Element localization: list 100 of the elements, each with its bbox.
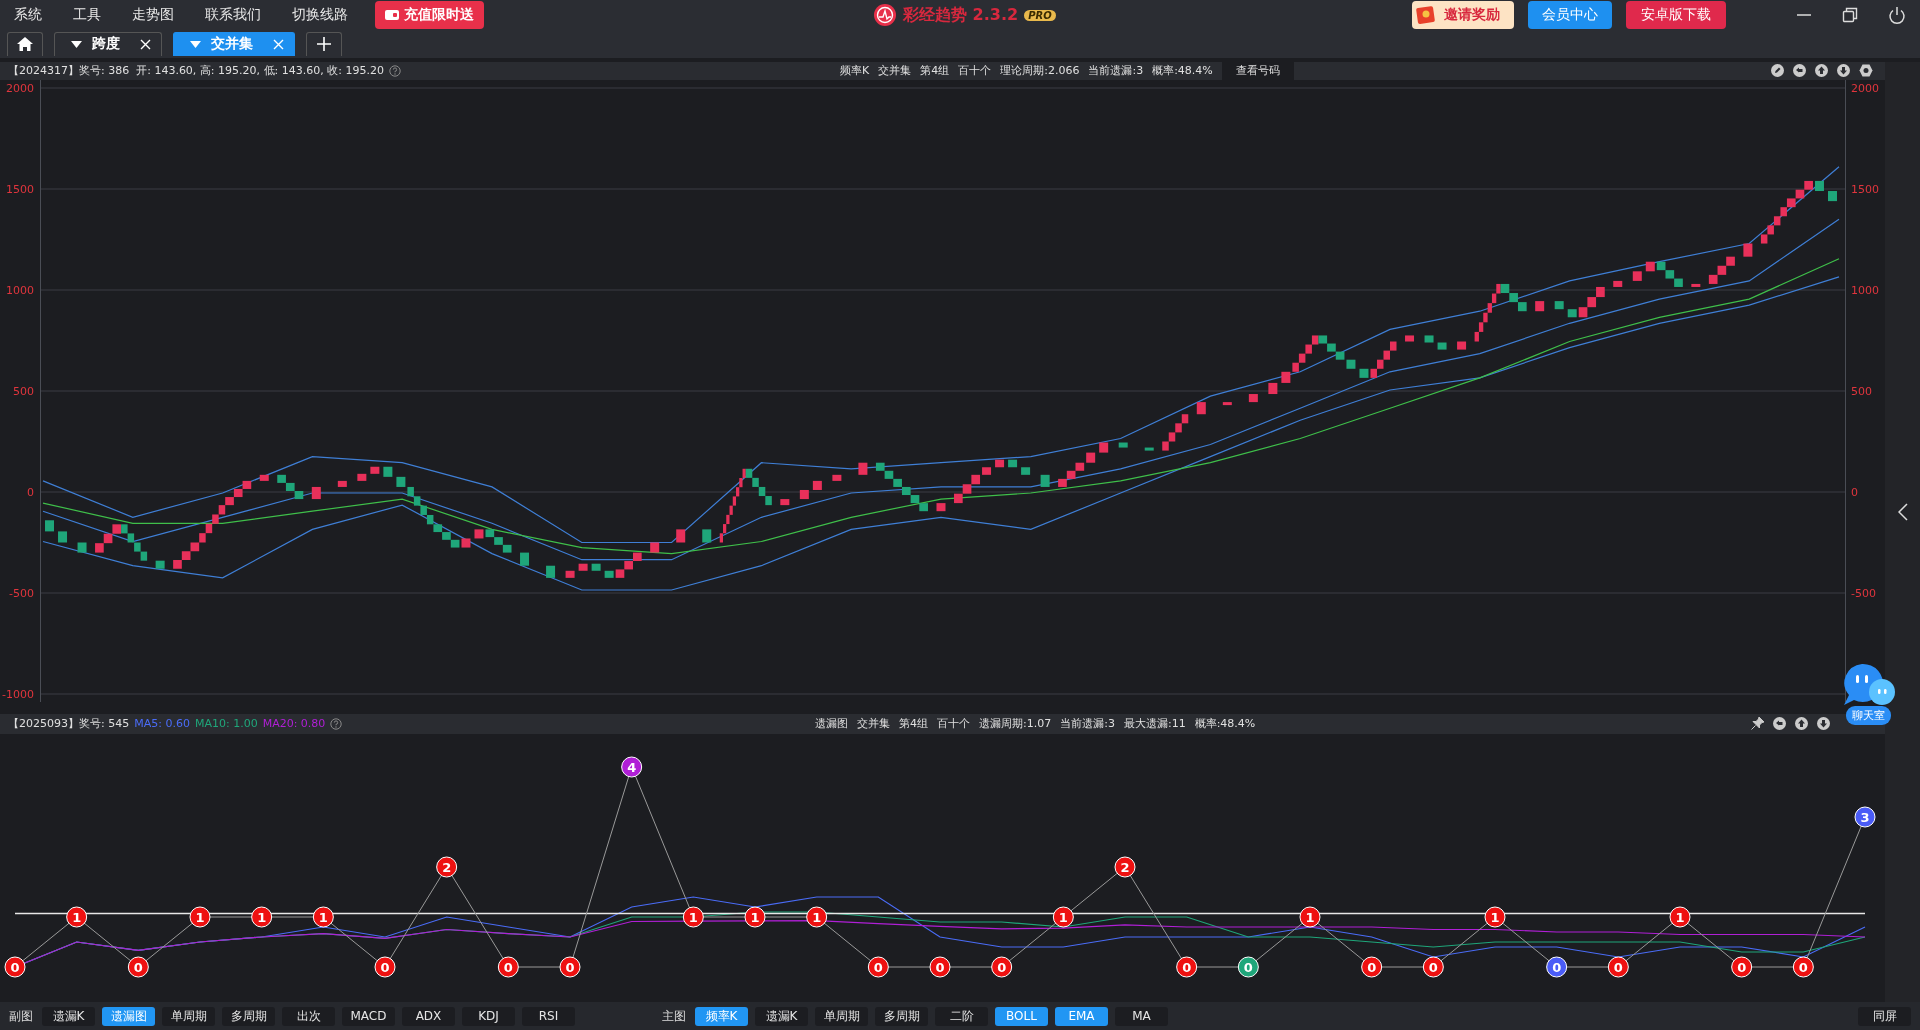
status-text: 第4组 <box>920 63 950 79</box>
omission-value: 4 <box>627 759 637 775</box>
envelope-icon <box>1416 4 1438 25</box>
download-button[interactable]: 安卓版下载 <box>1626 0 1726 29</box>
draw-info: 【2024317】奖号: 386 开: 143.60, 高: 195.20, 低: 143.60, 收: 195.20 <box>8 63 384 79</box>
up-arrow-icon[interactable] <box>1795 717 1808 731</box>
y-axis-label: 1000 <box>6 283 34 297</box>
status-text: 概率:48.4% <box>1194 716 1256 732</box>
y-axis-label: 2000 <box>1851 81 1879 95</box>
up-arrow-icon[interactable] <box>1815 64 1828 78</box>
toolbar-label: 副图 <box>9 1007 33 1025</box>
omission-value: 0 <box>503 959 513 975</box>
edit-icon[interactable] <box>1771 64 1784 78</box>
restore-icon[interactable] <box>1842 6 1858 23</box>
help-icon[interactable] <box>330 717 343 730</box>
omission-value: 0 <box>935 959 945 975</box>
omission-value: 0 <box>380 959 390 975</box>
add-tab-button[interactable] <box>306 31 342 56</box>
menu-item[interactable]: 切换线路 <box>292 5 348 24</box>
down-arrow-icon[interactable] <box>1837 64 1850 78</box>
pro-badge: PRO <box>1024 9 1056 21</box>
status-text: 百十个 <box>958 63 992 79</box>
menu-item[interactable]: 系统 <box>14 5 42 24</box>
status-text: 交并集 <box>857 716 890 732</box>
collapse-chevron-icon[interactable] <box>1897 502 1908 521</box>
omission-value: 0 <box>1798 959 1808 975</box>
omission-value: 1 <box>1058 909 1068 925</box>
help-icon[interactable] <box>388 64 401 77</box>
app-title: 彩经趋势 2.3.2 <box>903 4 1019 26</box>
promo-button[interactable]: 充值限时送 <box>375 0 484 29</box>
wallet-icon <box>385 8 399 21</box>
omission-value: 1 <box>318 909 328 925</box>
home-button[interactable] <box>7 31 43 56</box>
indicator-button[interactable]: 二阶 <box>935 1006 988 1026</box>
omission-value: 0 <box>133 959 143 975</box>
omission-value: 0 <box>1428 959 1438 975</box>
omission-value: 1 <box>1305 909 1315 925</box>
home-icon <box>17 37 33 52</box>
dropdown-icon <box>71 40 82 48</box>
omission-value: 2 <box>442 859 452 875</box>
omission-value: 1 <box>1675 909 1685 925</box>
menu-item[interactable]: 工具 <box>73 5 101 24</box>
indicator-button[interactable]: 多周期 <box>875 1006 928 1026</box>
plus-icon <box>317 37 331 52</box>
down-arrow-icon[interactable] <box>1817 717 1830 731</box>
omission-value: 0 <box>1552 959 1562 975</box>
status-text: 当前遗漏:3 <box>1060 716 1115 732</box>
status-text: 频率K <box>840 63 870 79</box>
omission-value: 0 <box>1243 959 1253 975</box>
toolbar-label: 主图 <box>662 1007 686 1025</box>
status-text: 第4组 <box>899 716 928 732</box>
y-axis-label: 500 <box>1851 384 1872 398</box>
y-axis-label: 0 <box>27 485 34 499</box>
status-text: 理论周期:2.066 <box>1000 63 1080 79</box>
y-axis-label: 2000 <box>6 81 34 95</box>
pin-icon[interactable] <box>1751 717 1764 731</box>
menu-item[interactable]: 联系我们 <box>205 5 261 24</box>
indicator-button[interactable]: KDJ <box>462 1006 515 1026</box>
y-axis-label: 1500 <box>6 182 34 196</box>
indicator-button[interactable]: 单周期 <box>162 1006 215 1026</box>
omission-value: 1 <box>195 909 205 925</box>
omission-value: 0 <box>1613 959 1623 975</box>
average-value: MA5: 0.60 <box>134 717 190 731</box>
omission-value: 0 <box>10 959 20 975</box>
omission-value: 2 <box>1120 859 1130 875</box>
invite-button[interactable]: 邀请奖励 <box>1412 0 1514 29</box>
omission-value: 0 <box>1367 959 1377 975</box>
indicator-button[interactable]: MA <box>1115 1006 1168 1026</box>
omission-value: 0 <box>1737 959 1747 975</box>
omission-value: 1 <box>72 909 82 925</box>
indicator-button[interactable]: 遗漏K <box>755 1006 808 1026</box>
indicator-button[interactable]: ADX <box>402 1006 455 1026</box>
indicator-button[interactable]: 多周期 <box>222 1006 275 1026</box>
back-icon[interactable] <box>1793 64 1806 78</box>
tab[interactable]: 跨度 <box>54 31 162 56</box>
omission-value: 0 <box>565 959 575 975</box>
y-axis-label: -500 <box>9 586 34 600</box>
status-text: 遗漏周期:1.07 <box>979 716 1052 732</box>
logo-icon <box>873 3 897 27</box>
indicator-button[interactable]: MACD <box>342 1006 395 1026</box>
y-axis-label: 500 <box>13 384 34 398</box>
same-screen-button[interactable]: 同屏 <box>1858 1006 1911 1026</box>
y-axis-label: 1500 <box>1851 182 1879 196</box>
dropdown-icon <box>190 40 201 48</box>
omission-value: 1 <box>257 909 267 925</box>
average-value: MA20: 0.80 <box>262 717 326 731</box>
omission-value: 0 <box>873 959 883 975</box>
indicator-button[interactable]: 出次 <box>282 1006 335 1026</box>
omission-value: 0 <box>1182 959 1192 975</box>
view-numbers-button[interactable]: 查看号码 <box>1221 61 1294 80</box>
omission-value: 1 <box>812 909 822 925</box>
y-axis-label: 0 <box>1851 485 1858 499</box>
power-icon[interactable] <box>1888 5 1906 24</box>
indicator-button[interactable]: RSI <box>522 1006 575 1026</box>
settings-icon[interactable] <box>1859 64 1873 78</box>
close-icon[interactable] <box>140 38 151 50</box>
indicator-button[interactable]: 遗漏K <box>42 1006 95 1026</box>
back-icon[interactable] <box>1773 717 1786 731</box>
menu-item[interactable]: 走势图 <box>132 5 174 24</box>
indicator-button[interactable]: 单周期 <box>815 1006 868 1026</box>
